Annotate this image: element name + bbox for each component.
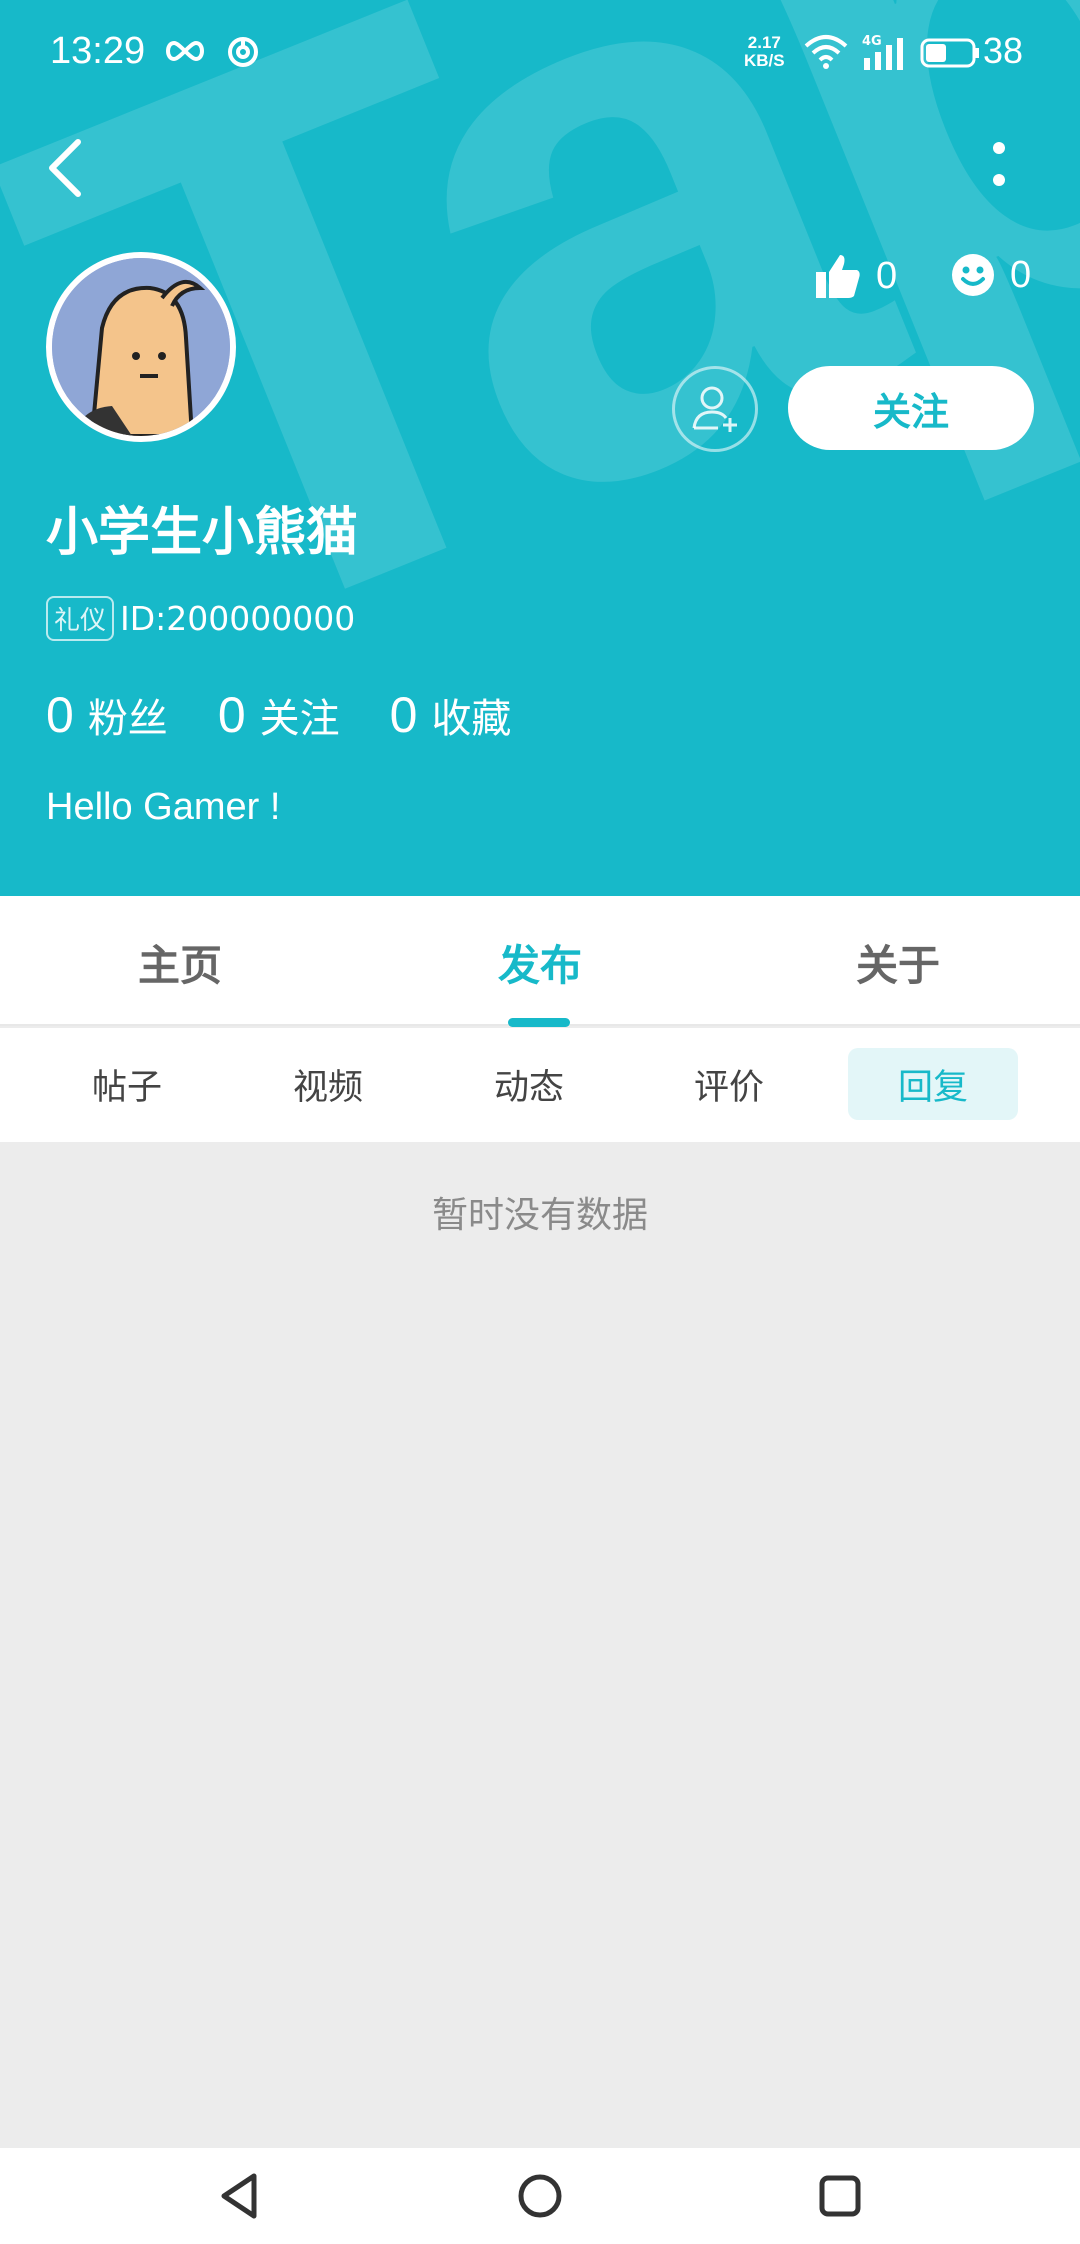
favorites-count[interactable]: 0 [390, 686, 418, 744]
follow-button[interactable]: 关注 [788, 366, 1034, 450]
thumbs-up-icon [816, 255, 860, 298]
subtab-posts[interactable]: 帖子 [42, 1048, 212, 1120]
smiley-icon [952, 254, 994, 296]
avatar-character-image [52, 258, 230, 436]
profile-counts: 0 粉丝 0 关注 0 收藏 [46, 686, 561, 744]
fans-count[interactable]: 0 [46, 686, 74, 744]
wifi-icon [804, 35, 848, 69]
likes-stat[interactable]: 0 [814, 252, 897, 300]
add-user-icon [692, 386, 737, 432]
user-id-row: 礼仪 ID:200000000 [46, 596, 355, 641]
user-id: ID:200000000 [120, 599, 356, 638]
tab-posts[interactable]: 发布 [498, 932, 582, 993]
following-label[interactable]: 关注 [260, 686, 340, 744]
network-speed-unit: KB/S [744, 51, 785, 70]
subtab-moments[interactable]: 动态 [444, 1048, 614, 1120]
user-bio: Hello Gamer ! [46, 786, 281, 828]
back-icon[interactable] [44, 136, 88, 200]
likes-count: 0 [876, 254, 898, 297]
square-recents-icon [819, 2175, 861, 2217]
smiles-stat[interactable]: 0 [950, 252, 1031, 298]
triangle-back-icon [221, 2173, 257, 2219]
circle-home-icon [518, 2174, 562, 2218]
tab-home[interactable]: 主页 [138, 932, 222, 993]
status-time: 13:29 [50, 30, 146, 72]
subtab-replies[interactable]: 回复 [848, 1048, 1018, 1120]
user-tag-badge: 礼仪 [46, 596, 115, 641]
nav-home-button[interactable] [512, 2168, 568, 2224]
add-friend-button[interactable] [672, 366, 758, 452]
status-bar: 13:29 2.17 KB/S 4G 38 [0, 0, 1080, 110]
nav-back-button[interactable] [212, 2168, 268, 2224]
battery-icon [920, 38, 979, 68]
tab-about[interactable]: 关于 [856, 932, 940, 993]
fans-label[interactable]: 粉丝 [88, 686, 168, 744]
profile-header: TapTap 13:29 2.17 KB/S 4G [0, 0, 1080, 896]
username: 小学生小熊猫 [46, 503, 359, 563]
sub-tabs: 帖子 视频 动态 评价 回复 [0, 1028, 1080, 1142]
empty-state-message: 暂时没有数据 [431, 1195, 648, 1236]
network-speed-value: 2.17 [747, 33, 781, 52]
smiles-count: 0 [1010, 253, 1032, 296]
subtab-reviews[interactable]: 评价 [644, 1048, 814, 1120]
avatar[interactable] [46, 252, 236, 442]
favorites-label[interactable]: 收藏 [431, 686, 511, 744]
app-notification-icon [228, 37, 258, 67]
network-speed: 2.17 KB/S [744, 34, 785, 70]
infinity-icon [166, 40, 204, 62]
main-tabs: 主页 发布 关于 [0, 896, 1080, 1026]
battery-level: 38 [983, 30, 1024, 71]
nav-recents-button[interactable] [812, 2168, 868, 2224]
subtab-videos[interactable]: 视频 [243, 1048, 413, 1120]
following-count[interactable]: 0 [218, 686, 246, 744]
more-vertical-icon[interactable] [984, 136, 1014, 196]
active-tab-indicator [508, 1018, 570, 1027]
system-nav-bar [0, 2148, 1080, 2244]
signal-icon [864, 38, 903, 70]
